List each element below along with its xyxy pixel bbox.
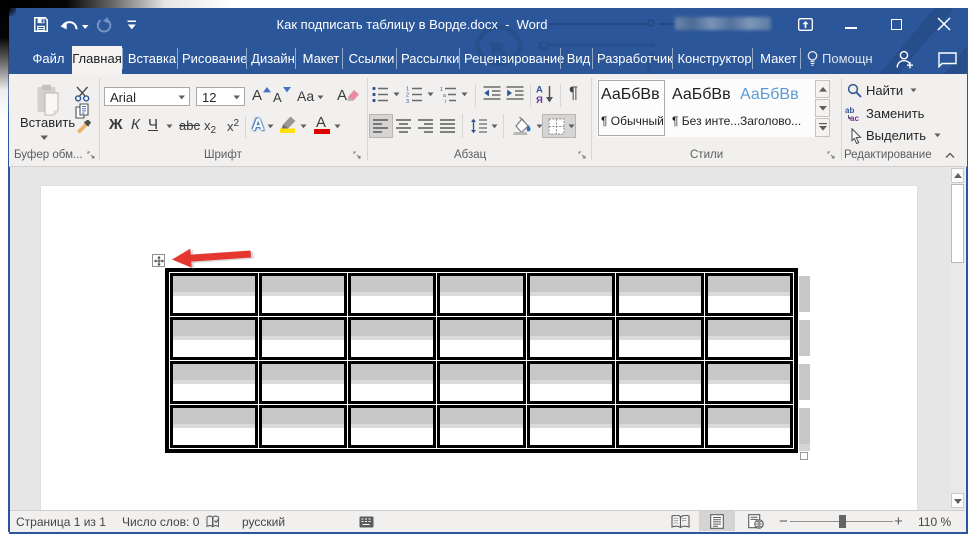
svg-text:А: А xyxy=(536,85,543,96)
svg-text:3: 3 xyxy=(406,99,409,104)
svg-text:2: 2 xyxy=(406,93,409,99)
svg-text:ac: ac xyxy=(850,114,859,121)
svg-text:Я: Я xyxy=(536,95,543,104)
svg-text:i: i xyxy=(445,99,446,103)
